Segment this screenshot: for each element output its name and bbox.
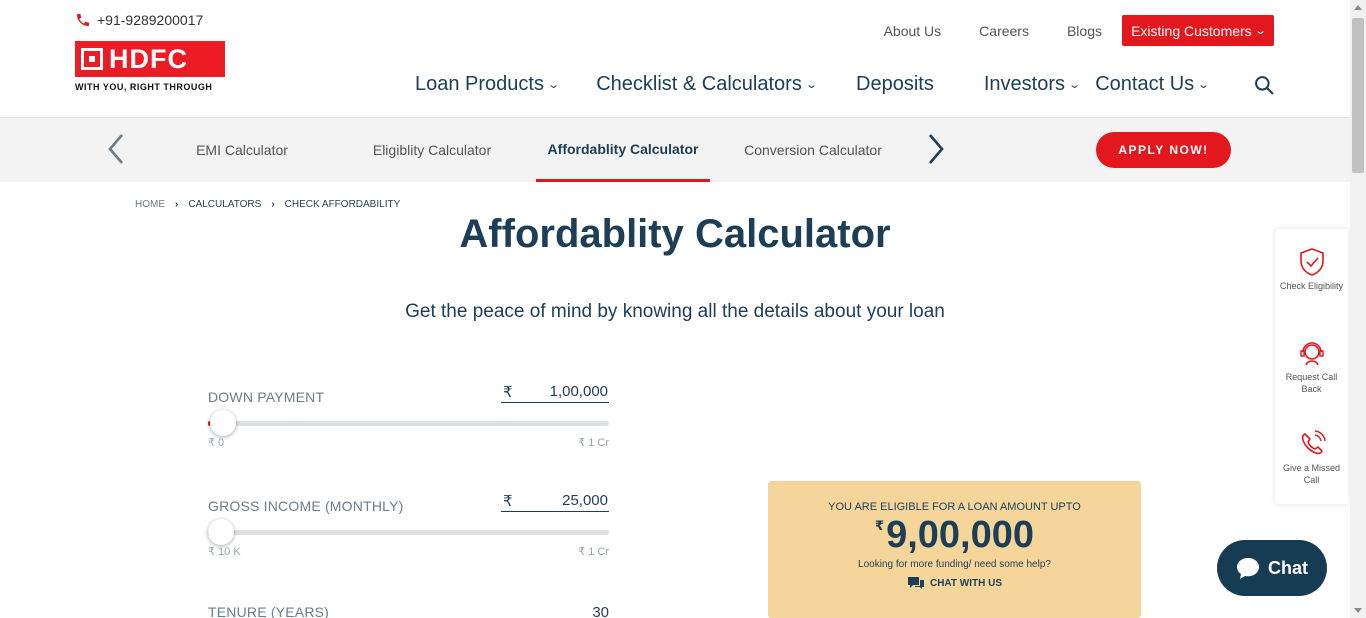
result-amount: ₹ 9,00,000 <box>768 514 1141 557</box>
down-payment-min: ₹ 0 <box>208 437 225 449</box>
nav-loan-products[interactable]: Loan Products ⌄ <box>415 73 561 96</box>
phone-contact[interactable]: +91-9289200017 <box>75 12 203 28</box>
careers-link[interactable]: Careers <box>979 23 1029 39</box>
chat-button-label: Chat <box>1268 557 1308 578</box>
gross-income-min: ₹ 10 K <box>208 546 241 558</box>
chat-button[interactable]: Chat <box>1217 540 1327 596</box>
tenure-value[interactable]: 30 <box>592 604 609 618</box>
request-call-back-action[interactable]: Request Call Back <box>1275 338 1348 395</box>
top-links: About Us Careers Blogs Existing Customer… <box>884 15 1274 46</box>
gross-income-field: GROSS INCOME (MONTHLY) ₹ 25,000 ₹ 10 K ₹… <box>208 492 609 558</box>
chat-bubble-icon <box>1237 558 1259 579</box>
result-heading: YOU ARE ELIGIBLE FOR A LOAN AMOUNT UPTO <box>828 501 1081 513</box>
tab-affordability-calculator[interactable]: Affordablity Calculator <box>536 118 710 182</box>
down-payment-field: DOWN PAYMENT ₹ 1,00,000 ₹ 0 ₹ 1 Cr <box>208 383 609 449</box>
blogs-link[interactable]: Blogs <box>1067 23 1102 39</box>
logo-text: HDFC <box>109 43 188 74</box>
phone-ring-icon <box>1301 430 1326 455</box>
main-nav: Loan Products ⌄ Checklist & Calculators … <box>415 73 1258 96</box>
request-call-back-label: Request Call Back <box>1285 372 1338 394</box>
gross-income-input[interactable]: ₹ 25,000 <box>501 492 609 512</box>
nav-deposits[interactable]: Deposits <box>856 73 934 96</box>
apply-now-button[interactable]: APPLY NOW! <box>1096 132 1231 168</box>
gross-income-value: 25,000 <box>562 492 608 509</box>
tab-emi-calculator[interactable]: EMI Calculator <box>172 118 312 182</box>
nav-checklist-calculators[interactable]: Checklist & Calculators ⌄ <box>596 73 818 96</box>
check-eligibility-action[interactable]: Check Eligibility <box>1275 247 1348 292</box>
scroll-up-icon[interactable] <box>1354 5 1362 10</box>
nav-contact-label: Contact Us <box>1095 73 1195 95</box>
breadcrumb: HOME › CALCULATORS › CHECK AFFORDABILITY <box>135 199 400 210</box>
scroll-down-icon[interactable] <box>1354 608 1362 613</box>
down-payment-value: 1,00,000 <box>549 383 608 400</box>
page-scrollbar[interactable] <box>1350 0 1366 618</box>
phone-icon <box>77 14 89 26</box>
result-help-text: Looking for more funding/ need some help… <box>858 559 1051 570</box>
gross-income-slider-thumb[interactable] <box>208 519 234 545</box>
nav-deposits-label: Deposits <box>856 73 934 95</box>
down-payment-input[interactable]: ₹ 1,00,000 <box>501 383 609 403</box>
chat-with-us-label: CHAT WITH US <box>929 577 1003 589</box>
existing-customers-button[interactable]: Existing Customers ⌄ <box>1122 15 1274 46</box>
chevron-down-icon: ⌄ <box>1253 25 1267 37</box>
search-icon[interactable] <box>1254 75 1274 95</box>
breadcrumb-calculators[interactable]: CALCULATORS <box>188 199 261 210</box>
quick-actions-rail: Check Eligibility Request Call Back Give… <box>1275 229 1348 504</box>
missed-call-action[interactable]: Give a Missed Call <box>1275 429 1348 486</box>
chat-with-us-link[interactable]: CHAT WITH US <box>768 576 1141 590</box>
page-subtitle: Get the peace of mind by knowing all the… <box>405 301 945 322</box>
nav-investors-label: Investors <box>983 73 1066 95</box>
chevron-down-icon: ⌄ <box>547 79 561 91</box>
nav-checklist-label: Checklist & Calculators <box>596 73 802 95</box>
nav-contact-us[interactable]: Contact Us ⌄ <box>1095 73 1211 96</box>
gross-income-slider[interactable] <box>208 519 609 545</box>
logo-tagline: WITH YOU, RIGHT THROUGH <box>75 82 213 92</box>
tab-eligibility-calculator[interactable]: Eligiblity Calculator <box>362 118 502 182</box>
existing-customers-label: Existing Customers <box>1131 22 1252 39</box>
scrollbar-thumb[interactable] <box>1352 18 1364 173</box>
breadcrumb-current: CHECK AFFORDABILITY <box>284 199 401 210</box>
calculator-tab-bar: EMI Calculator Eligiblity Calculator Aff… <box>0 118 1350 182</box>
hdfc-logo[interactable]: HDFC WITH YOU, RIGHT THROUGH <box>75 41 225 94</box>
missed-call-label: Give a Missed Call <box>1282 463 1341 485</box>
chevron-right-icon: › <box>175 199 179 210</box>
tenure-label: TENURE (YEARS) <box>208 604 330 618</box>
tab-conversion-calculator[interactable]: Conversion Calculator <box>738 118 888 182</box>
logo-mark-icon <box>81 48 103 70</box>
down-payment-slider-thumb[interactable] <box>210 410 236 436</box>
site-header: +91-9289200017 HDFC WITH YOU, RIGHT THRO… <box>0 0 1350 118</box>
chevron-down-icon: ⌄ <box>1197 79 1211 91</box>
chevron-down-icon: ⌄ <box>1068 79 1082 91</box>
phone-number: +91-9289200017 <box>97 12 204 28</box>
rupee-icon: ₹ <box>503 384 513 401</box>
result-amount-value: 9,00,000 <box>886 514 1034 556</box>
page-title: Affordablity Calculator <box>459 212 891 256</box>
support-agent-icon <box>1299 342 1324 366</box>
result-card: YOU ARE ELIGIBLE FOR A LOAN AMOUNT UPTO … <box>768 481 1141 618</box>
rupee-icon: ₹ <box>503 493 513 510</box>
breadcrumb-home[interactable]: HOME <box>135 199 165 210</box>
check-eligibility-label: Check Eligibility <box>1279 281 1344 291</box>
rupee-icon: ₹ <box>875 518 885 533</box>
chevron-right-icon: › <box>271 199 275 210</box>
chat-bubble-icon <box>907 577 924 589</box>
tenure-field: TENURE (YEARS) 30 <box>208 604 609 618</box>
nav-loan-products-label: Loan Products <box>415 73 544 95</box>
chevron-down-icon: ⌄ <box>804 79 818 91</box>
carousel-next-arrow-icon[interactable] <box>926 132 946 166</box>
gross-income-max: ₹ 1 Cr <box>578 546 609 558</box>
shield-check-icon <box>1299 248 1324 276</box>
carousel-prev-arrow-icon[interactable] <box>106 132 126 166</box>
down-payment-slider[interactable] <box>208 410 609 436</box>
down-payment-max: ₹ 1 Cr <box>578 437 609 449</box>
nav-investors[interactable]: Investors ⌄ <box>983 73 1082 96</box>
about-us-link[interactable]: About Us <box>884 23 942 39</box>
